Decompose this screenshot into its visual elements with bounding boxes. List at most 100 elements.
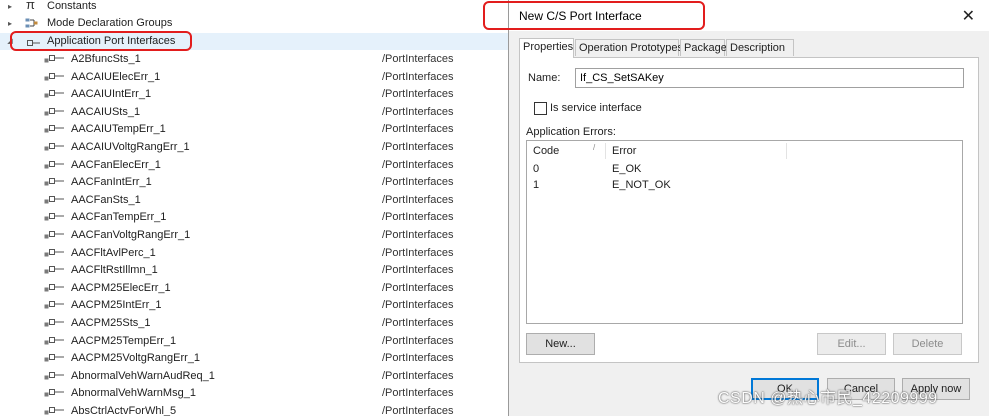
name-label: Name: [528,72,561,84]
list-item[interactable]: AACAIUIntErr_1/PortInterfaces [0,86,520,103]
port-interface-path: /PortInterfaces [382,369,454,382]
port-interface-name: AACPM25TempErr_1 [71,334,177,347]
port-interface-path: /PortInterfaces [382,88,454,101]
list-item[interactable]: AbsCtrlActvForWhl_5/PortInterfaces [0,403,520,416]
application-errors-table: Code / Error 0 E_OK 1 E_NOT_OK [526,140,963,324]
application-errors-label: Application Errors: [526,126,616,138]
sort-indicator-icon: / [593,143,596,152]
port-interface-icon [44,300,64,311]
close-icon[interactable]: ✕ [962,6,975,26]
list-item[interactable]: A2BfuncSts_1/PortInterfaces [0,51,520,68]
port-interface-path: /PortInterfaces [382,105,454,118]
expand-arrow-icon[interactable]: ▸ [6,0,14,15]
expand-arrow-icon[interactable]: ▸ [6,15,14,32]
port-interface-name: AACPM25ElecErr_1 [71,281,171,294]
port-interface-name: AACFltRstIllmn_1 [71,264,158,277]
port-interface-icon [44,177,64,188]
port-interface-icon [44,265,64,276]
error-code-cell: 0 [533,163,540,175]
list-item[interactable]: AACPM25Sts_1/PortInterfaces [0,315,520,332]
port-interface-icon [44,248,64,259]
tree-item-mode-declaration-groups[interactable]: ▸ Mode Declaration Groups [0,15,520,32]
port-interface-path: /PortInterfaces [382,299,454,312]
port-interface-icon [44,230,64,241]
new-error-button[interactable]: New... [526,333,595,355]
tab-description[interactable]: Description [726,39,794,56]
error-code-cell: 1 [533,179,540,191]
port-interface-name: AbsCtrlActvForWhl_5 [71,405,177,416]
port-interface-name: AbnormalVehWarnMsg_1 [71,387,196,400]
list-item[interactable]: AACFanIntErr_1/PortInterfaces [0,174,520,191]
port-interface-icon [44,318,64,329]
port-interface-name: AACFanElecErr_1 [71,158,161,171]
port-interface-path: /PortInterfaces [382,246,454,259]
list-item[interactable]: AACAIUVoltgRangErr_1/PortInterfaces [0,139,520,156]
port-interface-icon [44,371,64,382]
new-cs-port-interface-dialog: New C/S Port Interface ✕ Properties Oper… [483,0,989,416]
port-interface-path: /PortInterfaces [382,405,454,416]
list-item[interactable]: AbnormalVehWarnMsg_1/PortInterfaces [0,385,520,402]
port-interface-icon [44,283,64,294]
list-item[interactable]: AACFanElecErr_1/PortInterfaces [0,157,520,174]
port-interface-path: /PortInterfaces [382,387,454,400]
port-interface-path: /PortInterfaces [382,211,454,224]
port-interface-icon [44,388,64,399]
port-interface-icon [44,195,64,206]
delete-error-button[interactable]: Delete [893,333,962,355]
port-interface-icon [44,124,64,135]
list-item[interactable]: AACFanVoltgRangErr_1/PortInterfaces [0,227,520,244]
list-item[interactable]: AACFltRstIllmn_1/PortInterfaces [0,262,520,279]
name-field[interactable] [575,68,964,88]
error-name-cell: E_OK [612,163,642,175]
port-interface-icon [44,72,64,83]
port-interface-path: /PortInterfaces [382,229,454,241]
list-item[interactable]: AACAIUElecErr_1/PortInterfaces [0,69,520,86]
port-interface-icon [44,353,64,364]
port-interface-path: /PortInterfaces [382,176,454,189]
port-interface-icon [44,54,64,65]
watermark-text: CSDN @热心市民_42209999 [718,390,938,407]
list-item[interactable]: AACPM25TempErr_1/PortInterfaces [0,333,520,350]
tree-item-label: Mode Declaration Groups [47,17,173,29]
port-interface-name: AACAIUIntErr_1 [71,88,152,101]
port-interface-path: /PortInterfaces [382,193,454,206]
tab-operation-prototypes[interactable]: Operation Prototypes [575,39,683,56]
port-interface-path: /PortInterfaces [382,264,454,277]
table-row[interactable]: 1 E_NOT_OK [527,177,962,193]
column-separator[interactable] [605,143,606,159]
column-header-error[interactable]: Error [612,145,636,157]
column-separator[interactable] [786,143,787,159]
list-item[interactable]: AACPM25IntErr_1/PortInterfaces [0,297,520,314]
list-item[interactable]: AACPM25ElecErr_1/PortInterfaces [0,280,520,297]
list-item[interactable]: AbnormalVehWarnAudReq_1/PortInterfaces [0,368,520,385]
column-header-code[interactable]: Code [533,145,559,157]
port-interface-name: A2BfuncSts_1 [71,53,141,65]
port-interface-path: /PortInterfaces [382,334,454,347]
port-interface-path: /PortInterfaces [382,317,454,329]
port-interface-name: AACAIUElecErr_1 [71,70,161,83]
port-interface-path: /PortInterfaces [382,281,454,294]
tab-properties[interactable]: Properties [519,38,574,58]
port-interface-name: AACAIUVoltgRangErr_1 [71,141,190,153]
port-interface-icon [44,160,64,171]
edit-error-button[interactable]: Edit... [817,333,886,355]
table-header: Code / Error [527,141,962,160]
port-interface-name: AACFanVoltgRangErr_1 [71,229,191,241]
table-row[interactable]: 0 E_OK [527,161,962,177]
list-item[interactable]: AACFltAvlPerc_1/PortInterfaces [0,245,520,262]
port-interface-name: AACAIUTempErr_1 [71,123,166,136]
port-interface-name: AbnormalVehWarnAudReq_1 [71,369,215,382]
tab-package[interactable]: Package [680,39,727,56]
list-item[interactable]: AACFanTempErr_1/PortInterfaces [0,209,520,226]
list-item[interactable]: AACFanSts_1/PortInterfaces [0,192,520,209]
port-interface-name: AACAIUSts_1 [71,105,141,118]
list-item[interactable]: AACAIUSts_1/PortInterfaces [0,104,520,121]
tree-item-constants[interactable]: ▸ π Constants [0,0,520,15]
highlight-box-title [483,1,705,30]
port-interface-name: AACPM25IntErr_1 [71,299,162,312]
port-interface-icon [44,89,64,100]
port-interface-path: /PortInterfaces [382,53,454,65]
list-item[interactable]: AACAIUTempErr_1/PortInterfaces [0,121,520,138]
service-interface-checkbox[interactable] [534,102,547,115]
list-item[interactable]: AACPM25VoltgRangErr_1/PortInterfaces [0,350,520,367]
